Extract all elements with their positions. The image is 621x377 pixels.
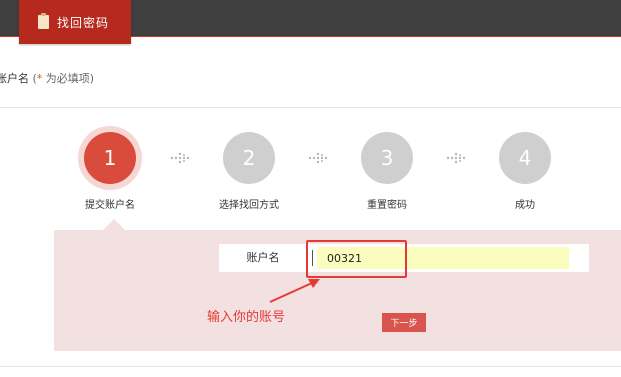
step-connector-3 (446, 152, 466, 164)
clipboard-icon (38, 13, 49, 29)
step-1-label: 提交账户名 (85, 200, 135, 211)
annotation-text: 输入你的账号 (207, 310, 286, 325)
form-title: 账户名 (0, 72, 29, 85)
form-header: 账户名 (* 为必填项) (0, 70, 94, 86)
step-4-label: 成功 (515, 200, 535, 211)
step-2-circle: 2 (223, 132, 275, 184)
step-4-circle: 4 (499, 132, 551, 184)
step-2-label: 选择找回方式 (219, 200, 279, 211)
bottom-divider (0, 366, 621, 367)
header-divider (0, 107, 621, 108)
required-note: (* 为必填项) (32, 72, 95, 85)
step-1-circle: 1 (84, 132, 136, 184)
annotation-highlight-box (306, 240, 407, 278)
step-3-circle: 3 (361, 132, 413, 184)
tab-find-password[interactable]: 找回密码 (19, 0, 131, 44)
step-connector-1 (170, 152, 190, 164)
step-1-number: 1 (103, 146, 117, 170)
step-connector-2 (308, 152, 328, 164)
step-3-label: 重置密码 (367, 200, 407, 211)
step-4-number: 4 (518, 146, 532, 170)
annotation-arrow-icon (269, 279, 320, 303)
tab-label: 找回密码 (57, 15, 110, 30)
step-3-number: 3 (380, 146, 394, 170)
next-step-button[interactable]: 下一步 (382, 313, 426, 332)
step-2-number: 2 (242, 146, 256, 170)
account-field-label: 账户名 (219, 244, 308, 272)
